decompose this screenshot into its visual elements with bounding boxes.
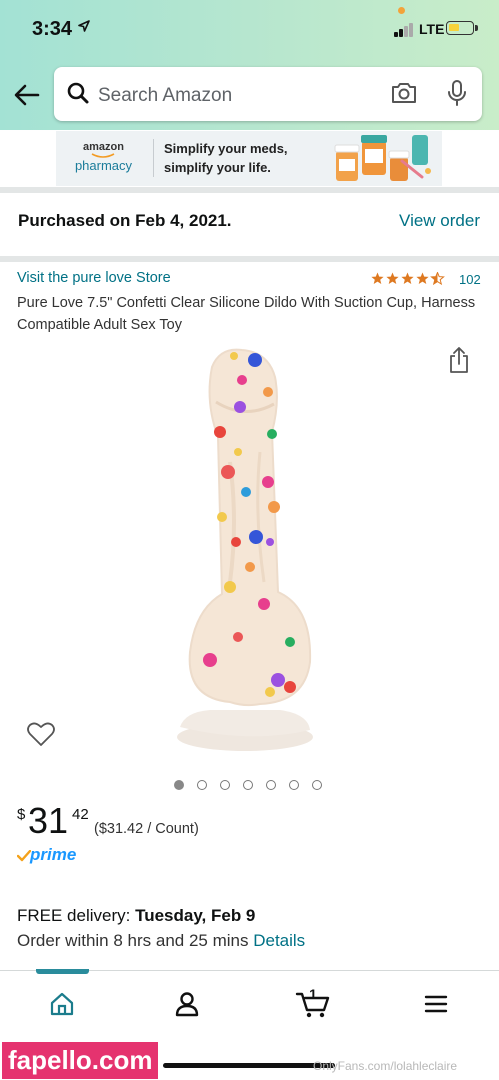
banner-text: Simplify your meds, simplify your life. (164, 139, 288, 177)
prime-label: prime (30, 845, 77, 864)
network-label: LTE (419, 21, 445, 37)
microphone-icon[interactable] (446, 79, 468, 107)
unit-price: ($31.42 / Count) (94, 821, 199, 837)
status-bar: 3:34 LTE (0, 0, 499, 58)
carousel-dot[interactable] (289, 780, 299, 790)
product-title: Pure Love 7.5" Confetti Clear Silicone D… (17, 295, 476, 333)
medicine-bottles-illustration (326, 131, 442, 186)
back-button[interactable] (10, 78, 44, 112)
product-image[interactable] (150, 342, 350, 762)
account-icon (175, 992, 199, 1017)
nav-cart[interactable]: 1 (293, 986, 333, 1021)
details-link[interactable]: Details (253, 931, 305, 950)
nav-home[interactable] (42, 987, 82, 1021)
cart-count: 1 (309, 986, 317, 1002)
carousel-dot[interactable] (243, 780, 253, 790)
purchased-date: Purchased on Feb 4, 2021. (18, 211, 232, 230)
battery-icon (446, 21, 474, 35)
star-full-icon (371, 272, 384, 284)
carousel-dot[interactable] (312, 780, 322, 790)
share-icon[interactable] (448, 346, 470, 374)
delivery-date: Tuesday, Feb 9 (135, 906, 256, 925)
search-icon (67, 82, 89, 104)
menu-icon (424, 995, 448, 1013)
pharmacy-logo-word: pharmacy (74, 158, 133, 173)
prime-check-icon (17, 850, 31, 862)
star-full-icon (386, 272, 399, 284)
banner-line-1: Simplify your meds, (164, 141, 288, 156)
nav-menu[interactable] (416, 987, 456, 1021)
signal-icon (394, 23, 416, 37)
wishlist-heart-icon[interactable] (26, 720, 56, 748)
price-whole: 31 (28, 800, 69, 841)
watermark-onlyfans: OnlyFans.com/lolahleclaire (313, 1059, 458, 1073)
view-order-link[interactable]: View order (399, 211, 480, 231)
active-tab-indicator (36, 969, 89, 974)
order-within: Order within 8 hrs and 25 mins Details (17, 931, 305, 951)
location-arrow-icon (78, 20, 90, 32)
carousel-dot[interactable] (197, 780, 207, 790)
star-full-icon (401, 272, 414, 284)
watermark-fapello: fapello.com (2, 1042, 159, 1079)
rating-count[interactable]: 102 (459, 272, 481, 287)
star-full-icon (416, 272, 429, 284)
search-input[interactable] (96, 82, 380, 110)
back-arrow-icon (14, 84, 40, 106)
star-half-icon (430, 272, 445, 285)
carousel-dot[interactable] (220, 780, 230, 790)
status-time: 3:34 (32, 18, 73, 40)
banner-divider (153, 139, 154, 177)
nav-account[interactable] (167, 987, 207, 1021)
price-symbol: $ (17, 806, 26, 823)
privacy-indicator-dot (398, 7, 405, 14)
order-within-text: Order within 8 hrs and 25 mins (17, 931, 254, 950)
section-separator (0, 187, 499, 193)
camera-icon[interactable] (390, 80, 418, 106)
banner-line-2: simplify your life. (164, 160, 271, 175)
home-indicator (163, 1063, 335, 1068)
carousel-dot[interactable] (266, 780, 276, 790)
price-fraction: 42 (72, 806, 89, 823)
battery-cap (475, 25, 478, 31)
amazon-pharmacy-logo: amazon pharmacy (56, 131, 151, 186)
delivery-prefix: FREE delivery: (17, 906, 136, 925)
home-icon (50, 992, 74, 1016)
delivery-info: FREE delivery: Tuesday, Feb 9 (17, 906, 255, 926)
section-separator (0, 256, 499, 262)
store-link[interactable]: Visit the pure love Store (17, 270, 171, 286)
rating-stars[interactable] (371, 272, 447, 285)
pharmacy-ad-banner[interactable]: amazon pharmacy Simplify your meds, simp… (56, 131, 442, 186)
pharmacy-logo-amazon: amazon (83, 141, 124, 153)
search-bar[interactable] (54, 67, 482, 121)
carousel-dot[interactable] (174, 780, 184, 790)
